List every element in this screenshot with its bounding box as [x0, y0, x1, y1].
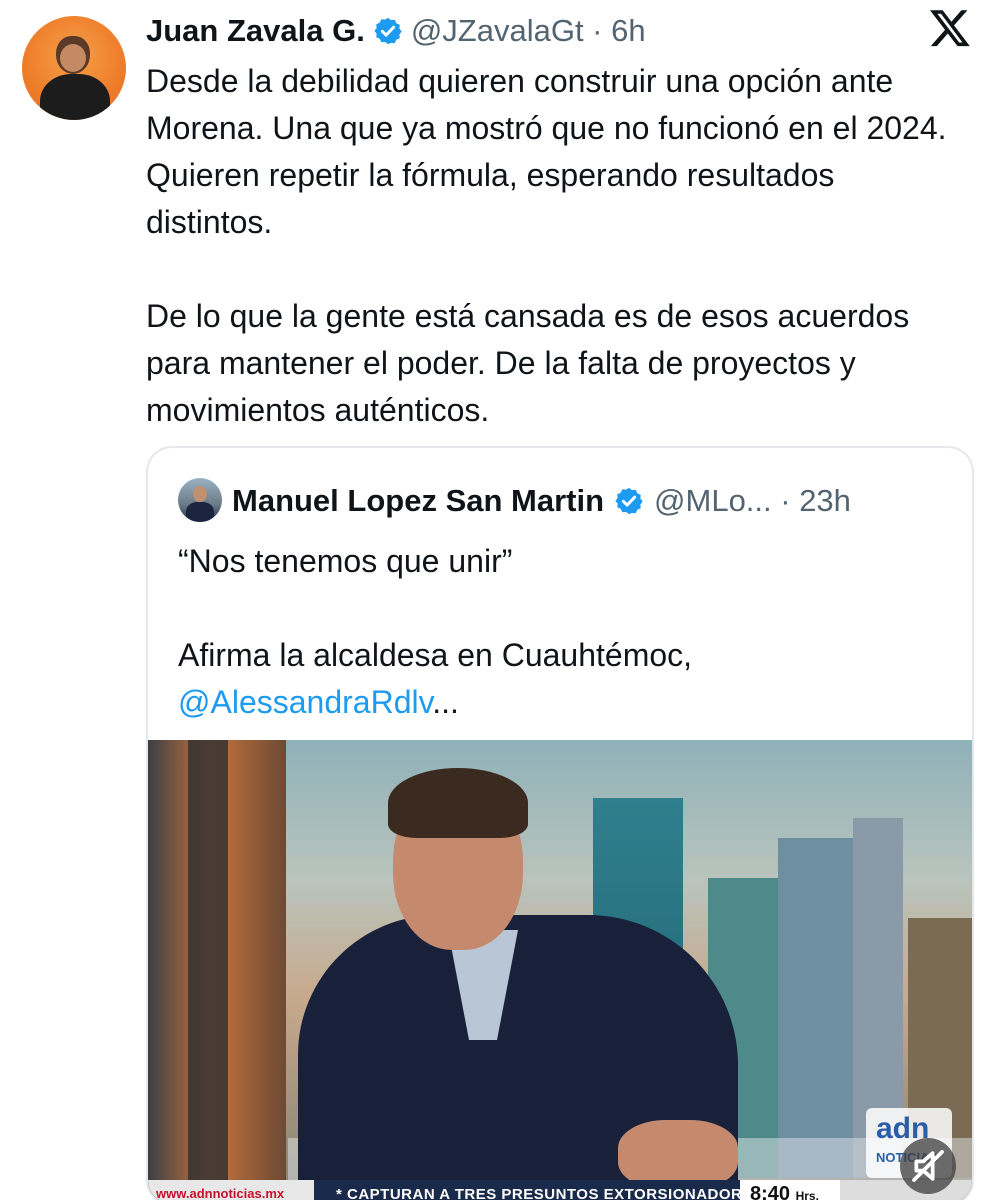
ticker-time-value: 8:40	[750, 1183, 791, 1200]
avatar-body	[40, 74, 110, 120]
ticker-time-unit: Hrs.	[795, 1189, 819, 1200]
quoted-line-1: “Nos tenemos que unir”	[178, 543, 513, 579]
avatar-face	[60, 44, 86, 72]
news-ticker: www.adnnoticias.mx * CAPTURAN A TRES PRE…	[148, 1180, 972, 1200]
mute-button[interactable]	[900, 1138, 956, 1194]
quoted-avatar-face	[193, 486, 207, 502]
author-avatar[interactable]	[22, 16, 126, 120]
quoted-tweet-text: “Nos tenemos que unir” Afirma la alcalde…	[178, 538, 958, 726]
x-logo-icon[interactable]	[928, 6, 972, 50]
ticker-headline: * CAPTURAN A TRES PRESUNTOS EXTORSIONADO…	[336, 1185, 764, 1200]
anchor-hair	[388, 768, 528, 838]
ellipsis: ...	[432, 684, 459, 720]
studio-pillar-shadow	[188, 740, 228, 1200]
tweet-header: Juan Zavala G. @JZavalaGt · 6h	[146, 6, 646, 56]
muted-speaker-icon	[912, 1150, 944, 1182]
quoted-line-3: @AlessandraRdlv...	[178, 679, 958, 726]
mention-link[interactable]: @AlessandraRdlv	[178, 684, 432, 720]
tweet-text: Desde la debilidad quieren construir una…	[146, 63, 947, 428]
quoted-tweet-header: Manuel Lopez San Martin @MLo... · 23h	[232, 476, 851, 526]
quoted-tweet-card[interactable]: Manuel Lopez San Martin @MLo... · 23h “N…	[146, 446, 974, 1200]
quoted-blank-line	[178, 585, 958, 632]
quoted-avatar-body	[186, 502, 214, 522]
ticker-url: www.adnnoticias.mx	[148, 1180, 314, 1200]
quoted-line-2: Afirma la alcaldesa en Cuauhtémoc,	[178, 637, 693, 673]
verified-badge-icon	[615, 487, 643, 515]
verified-badge-icon	[374, 17, 402, 45]
author-name[interactable]: Juan Zavala G.	[146, 13, 365, 49]
quoted-author-avatar[interactable]	[178, 478, 222, 522]
quoted-author-name[interactable]: Manuel Lopez San Martin	[232, 483, 604, 519]
video-player[interactable]: adn NOTICIAS www.adnnoticias.mx * CAPTUR…	[148, 740, 972, 1200]
ticker-time: 8:40 Hrs.	[740, 1180, 840, 1200]
author-handle-time[interactable]: @JZavalaGt · 6h	[411, 13, 646, 49]
quoted-author-handle-time[interactable]: @MLo... · 23h	[654, 483, 851, 519]
